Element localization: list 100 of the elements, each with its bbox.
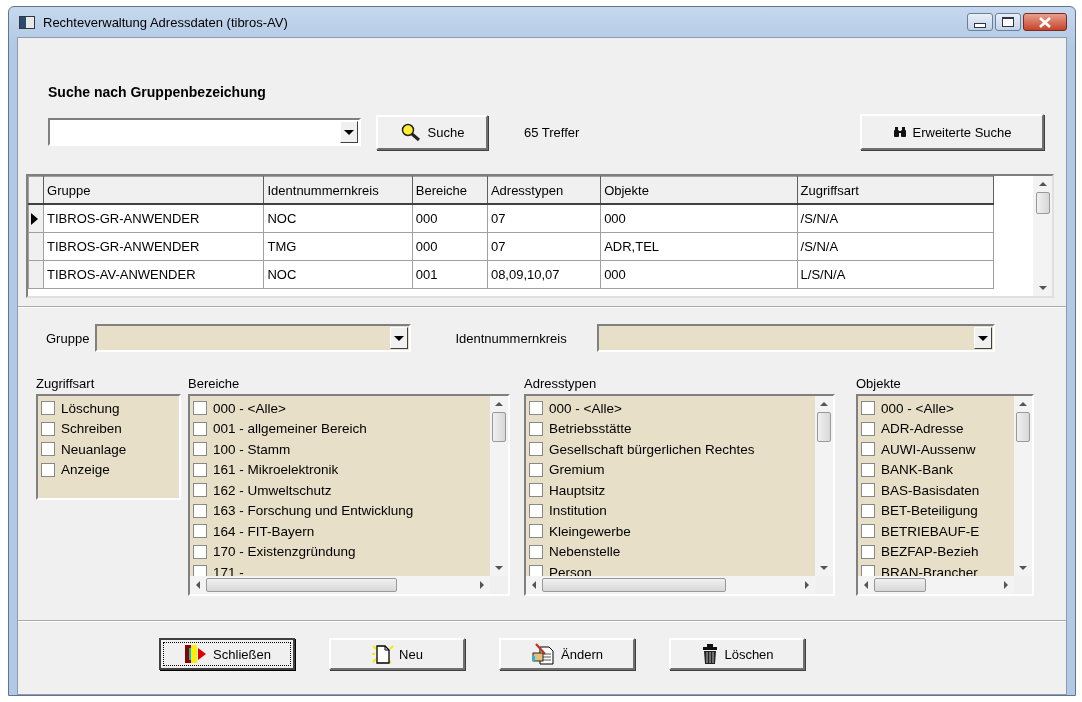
action-button[interactable]: Ändern [499, 638, 635, 670]
close-button[interactable] [1023, 13, 1067, 31]
row-selector[interactable] [28, 204, 44, 233]
checkbox[interactable] [193, 565, 207, 576]
list-item[interactable]: Gesellschaft bürgerlichen Rechtes [549, 441, 755, 457]
search-icon [399, 122, 422, 142]
column-header[interactable]: Identnummernkreis [263, 176, 413, 204]
list-item[interactable]: 000 - <Alle> [549, 400, 622, 416]
action-button[interactable]: Löschen [669, 638, 805, 670]
checkbox[interactable] [529, 462, 543, 477]
list-item[interactable]: 000 - <Alle> [881, 400, 954, 416]
list-item[interactable]: 001 - allgemeiner Bereich [213, 421, 367, 437]
column-header[interactable]: Objekte [600, 176, 798, 204]
list-item[interactable]: 164 - FIT-Bayern [213, 523, 315, 539]
checkbox[interactable] [529, 544, 543, 559]
checkbox-list[interactable]: 000 - <Alle> Betriebsstätte Gesellschaft bürgerlichen Rechtes Gremium Hauptsitz Institution Kleingewerbe Nebenstelle Person [524, 394, 835, 596]
window-title: Rechteverwaltung Adressdaten (tibros-AV) [43, 14, 288, 30]
advanced-search-button[interactable]: Erweiterte Suche [860, 114, 1044, 150]
list-item[interactable]: 171 - [213, 564, 244, 576]
action-button[interactable]: Neu [329, 638, 465, 670]
checkbox[interactable] [529, 442, 543, 457]
checkbox[interactable] [41, 421, 55, 436]
checkbox[interactable] [529, 401, 543, 416]
list-item[interactable]: Löschung [61, 400, 120, 416]
list-item[interactable]: Gremium [549, 462, 605, 478]
checkbox-list[interactable]: Löschung Schreiben Neuanlage Anzeige [36, 394, 181, 500]
action-button[interactable]: Schließen [159, 638, 295, 670]
grid-corner-cell [28, 176, 44, 204]
table-cell: /S/N/A [797, 232, 994, 261]
list-item[interactable]: ADR-Adresse [881, 421, 964, 437]
checkbox[interactable] [861, 483, 875, 498]
checkbox[interactable] [861, 565, 875, 576]
column-header[interactable]: Zugriffsart [797, 176, 994, 204]
vertical-scrollbar[interactable] [1033, 176, 1052, 296]
vertical-scrollbar[interactable] [815, 396, 833, 576]
checkbox[interactable] [529, 483, 543, 498]
checkbox[interactable] [193, 524, 207, 539]
minimize-icon [974, 22, 986, 28]
list-item[interactable]: Anzeige [61, 462, 110, 478]
column-header[interactable]: Gruppe [43, 176, 264, 204]
table-cell: TIBROS-AV-ANWENDER [43, 260, 264, 289]
checkbox[interactable] [529, 565, 543, 576]
checkbox[interactable] [861, 462, 875, 477]
checkbox-list[interactable]: 000 - <Alle> ADR-Adresse AUWI-Aussenw BANK-Bank BAS-Basisdaten BET-Beteiligung BETRIEBAUF-E BEZFAP-Bezieh BRAN-Brancher [856, 394, 1034, 596]
list-item[interactable]: Neuanlage [61, 441, 127, 457]
group-search-combobox[interactable] [48, 118, 361, 146]
list-item[interactable]: BETRIEBAUF-E [881, 523, 980, 539]
dropdown-button[interactable] [390, 327, 409, 349]
list-item[interactable]: BET-Beteiligung [881, 503, 978, 519]
checkbox[interactable] [529, 421, 543, 436]
list-item[interactable]: 161 - Mikroelektronik [213, 462, 339, 478]
group-combobox[interactable] [95, 324, 412, 352]
checkbox[interactable] [193, 421, 207, 436]
checkbox[interactable] [861, 503, 875, 518]
list-item[interactable]: BRAN-Brancher [881, 564, 978, 576]
list-item[interactable]: Betriebsstätte [549, 421, 632, 437]
checkbox[interactable] [529, 524, 543, 539]
checkbox[interactable] [861, 544, 875, 559]
list-item[interactable]: 100 - Stamm [213, 441, 291, 457]
checkbox[interactable] [193, 544, 207, 559]
checkbox[interactable] [193, 462, 207, 477]
checkbox[interactable] [41, 442, 55, 457]
list-item[interactable]: Hauptsitz [549, 482, 606, 498]
checkbox-list[interactable]: 000 - <Alle> 001 - allgemeiner Bereich 100 - Stamm 161 - Mikroelektronik 162 - Umweltschutz 163 - Forschung und Entwicklung 164 - FIT-Bayern 170 - Existenzgründung 171 - [188, 394, 510, 596]
list-item[interactable]: Person [549, 564, 592, 576]
checkbox[interactable] [41, 462, 55, 477]
checkbox[interactable] [193, 442, 207, 457]
checkbox[interactable] [861, 442, 875, 457]
vertical-scrollbar[interactable] [490, 396, 508, 576]
list-item[interactable]: Nebenstelle [549, 544, 621, 560]
column-header[interactable]: Bereiche [412, 176, 488, 204]
list-item[interactable]: AUWI-Aussenw [881, 441, 976, 457]
vertical-scrollbar[interactable] [1014, 396, 1032, 576]
table-cell: 000 [600, 204, 798, 233]
minimize-button[interactable] [967, 13, 993, 31]
checkbox[interactable] [193, 401, 207, 416]
search-button[interactable]: Suche [376, 114, 488, 150]
checkbox[interactable] [41, 401, 55, 416]
dropdown-button[interactable] [340, 121, 358, 143]
list-item[interactable]: Kleingewerbe [549, 523, 631, 539]
ident-combobox[interactable] [596, 324, 995, 352]
checkbox[interactable] [861, 524, 875, 539]
list-item[interactable]: BAS-Basisdaten [881, 482, 980, 498]
dropdown-button[interactable] [973, 327, 992, 349]
checkbox[interactable] [193, 503, 207, 518]
list-item[interactable]: 163 - Forschung und Entwicklung [213, 503, 414, 519]
checkbox[interactable] [861, 421, 875, 436]
list-item[interactable]: 170 - Existenzgründung [213, 544, 356, 560]
checkbox[interactable] [193, 483, 207, 498]
list-item[interactable]: BANK-Bank [881, 462, 954, 478]
column-header[interactable]: Adresstypen [487, 176, 601, 204]
checkbox[interactable] [861, 401, 875, 416]
list-item[interactable]: Schreiben [61, 421, 122, 437]
list-item[interactable]: 000 - <Alle> [213, 400, 286, 416]
checkbox[interactable] [529, 503, 543, 518]
table-cell: NOC [263, 204, 413, 233]
list-item[interactable]: BEZFAP-Bezieh [881, 544, 979, 560]
list-item[interactable]: Institution [549, 503, 607, 519]
list-item[interactable]: 162 - Umweltschutz [213, 482, 332, 498]
maximize-button[interactable] [995, 13, 1021, 31]
